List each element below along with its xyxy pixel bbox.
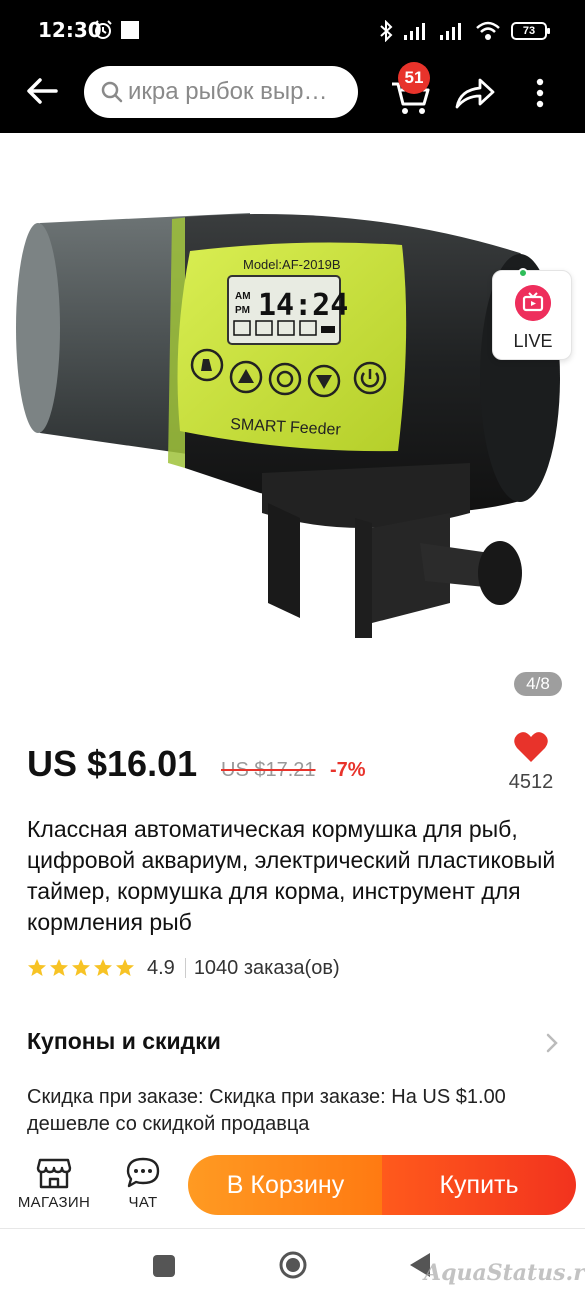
wifi-icon <box>476 21 500 40</box>
live-label: LIVE <box>513 331 553 351</box>
bottom-action-bar: МАГАЗИН ЧАТ В Корзину Купить <box>0 1140 585 1228</box>
wishlist-count: 4512 <box>508 771 554 793</box>
signal-icon-2 <box>440 23 461 40</box>
coupon-description: Скидка при заказе: Скидка при заказе: На… <box>27 1086 506 1135</box>
status-bar: 12:30 73 <box>0 0 585 62</box>
rating-value: 4.9 <box>147 956 175 979</box>
star-icon <box>50 959 68 976</box>
status-icons: 73 <box>379 20 550 42</box>
svg-text:PM: PM <box>235 305 250 316</box>
star-icon <box>28 959 46 976</box>
top-bar: 12:30 73 икра рыбок выр… 51 <box>0 0 585 133</box>
star-icon <box>94 959 112 976</box>
more-options-icon[interactable] <box>532 76 548 110</box>
home-icon[interactable] <box>278 1250 308 1280</box>
discount-badge: -7% <box>330 759 366 781</box>
rating-stars <box>27 958 135 978</box>
share-icon[interactable] <box>454 76 496 110</box>
chevron-right-icon[interactable] <box>545 1032 559 1054</box>
header: 51 <box>0 62 585 133</box>
divider <box>184 958 186 978</box>
image-counter: 4/8 <box>514 672 562 696</box>
store-icon <box>36 1158 72 1189</box>
product-gallery[interactable]: Model:AF-2019B AM PM 14:24 SMART Feeder <box>0 133 585 713</box>
tv-icon <box>515 285 551 321</box>
star-icon <box>72 959 90 976</box>
bluetooth-icon <box>380 20 393 42</box>
svg-text:Model:AF-2019B: Model:AF-2019B <box>243 257 341 272</box>
notification-icon <box>121 21 139 39</box>
chat-button[interactable]: ЧАТ <box>114 1156 172 1216</box>
back-arrow-icon[interactable] <box>24 76 60 106</box>
chat-label: ЧАТ <box>128 1194 158 1211</box>
coupons-heading[interactable]: Купоны и скидки <box>27 1028 221 1055</box>
store-label: МАГАЗИН <box>17 1194 91 1211</box>
chat-icon <box>126 1157 160 1188</box>
star-icon <box>116 959 134 976</box>
heart-icon[interactable] <box>513 730 549 764</box>
svg-text:14:24: 14:24 <box>258 288 348 323</box>
orders-count: 1040 заказа(ов) <box>193 956 340 979</box>
live-stream-button[interactable]: LIVE <box>492 268 572 360</box>
live-indicator-dot <box>518 268 528 278</box>
watermark: AquaStatus.ru <box>424 1260 585 1286</box>
product-image: Model:AF-2019B AM PM 14:24 SMART Feeder <box>16 213 560 638</box>
rating-row[interactable]: 4.9 1040 заказа(ов) <box>27 954 340 982</box>
search-bar[interactable] <box>84 66 358 118</box>
cart-count-badge: 51 <box>398 62 430 94</box>
signal-icon <box>404 23 425 40</box>
search-icon <box>101 81 123 103</box>
product-title: Классная автоматическая кормушка для рыб… <box>27 816 556 935</box>
old-price: US $17.21 <box>221 759 316 781</box>
buy-now-button[interactable]: Купить <box>382 1155 576 1215</box>
alarm-icon <box>94 20 112 39</box>
store-button[interactable]: МАГАЗИН <box>12 1156 96 1216</box>
svg-text:AM: AM <box>235 291 251 302</box>
battery-icon: 73 <box>511 22 550 40</box>
search-input[interactable] <box>128 78 358 106</box>
recent-apps-icon[interactable] <box>153 1255 175 1277</box>
add-to-cart-button[interactable]: В Корзину <box>188 1155 383 1215</box>
current-price: US $16.01 <box>27 743 198 784</box>
